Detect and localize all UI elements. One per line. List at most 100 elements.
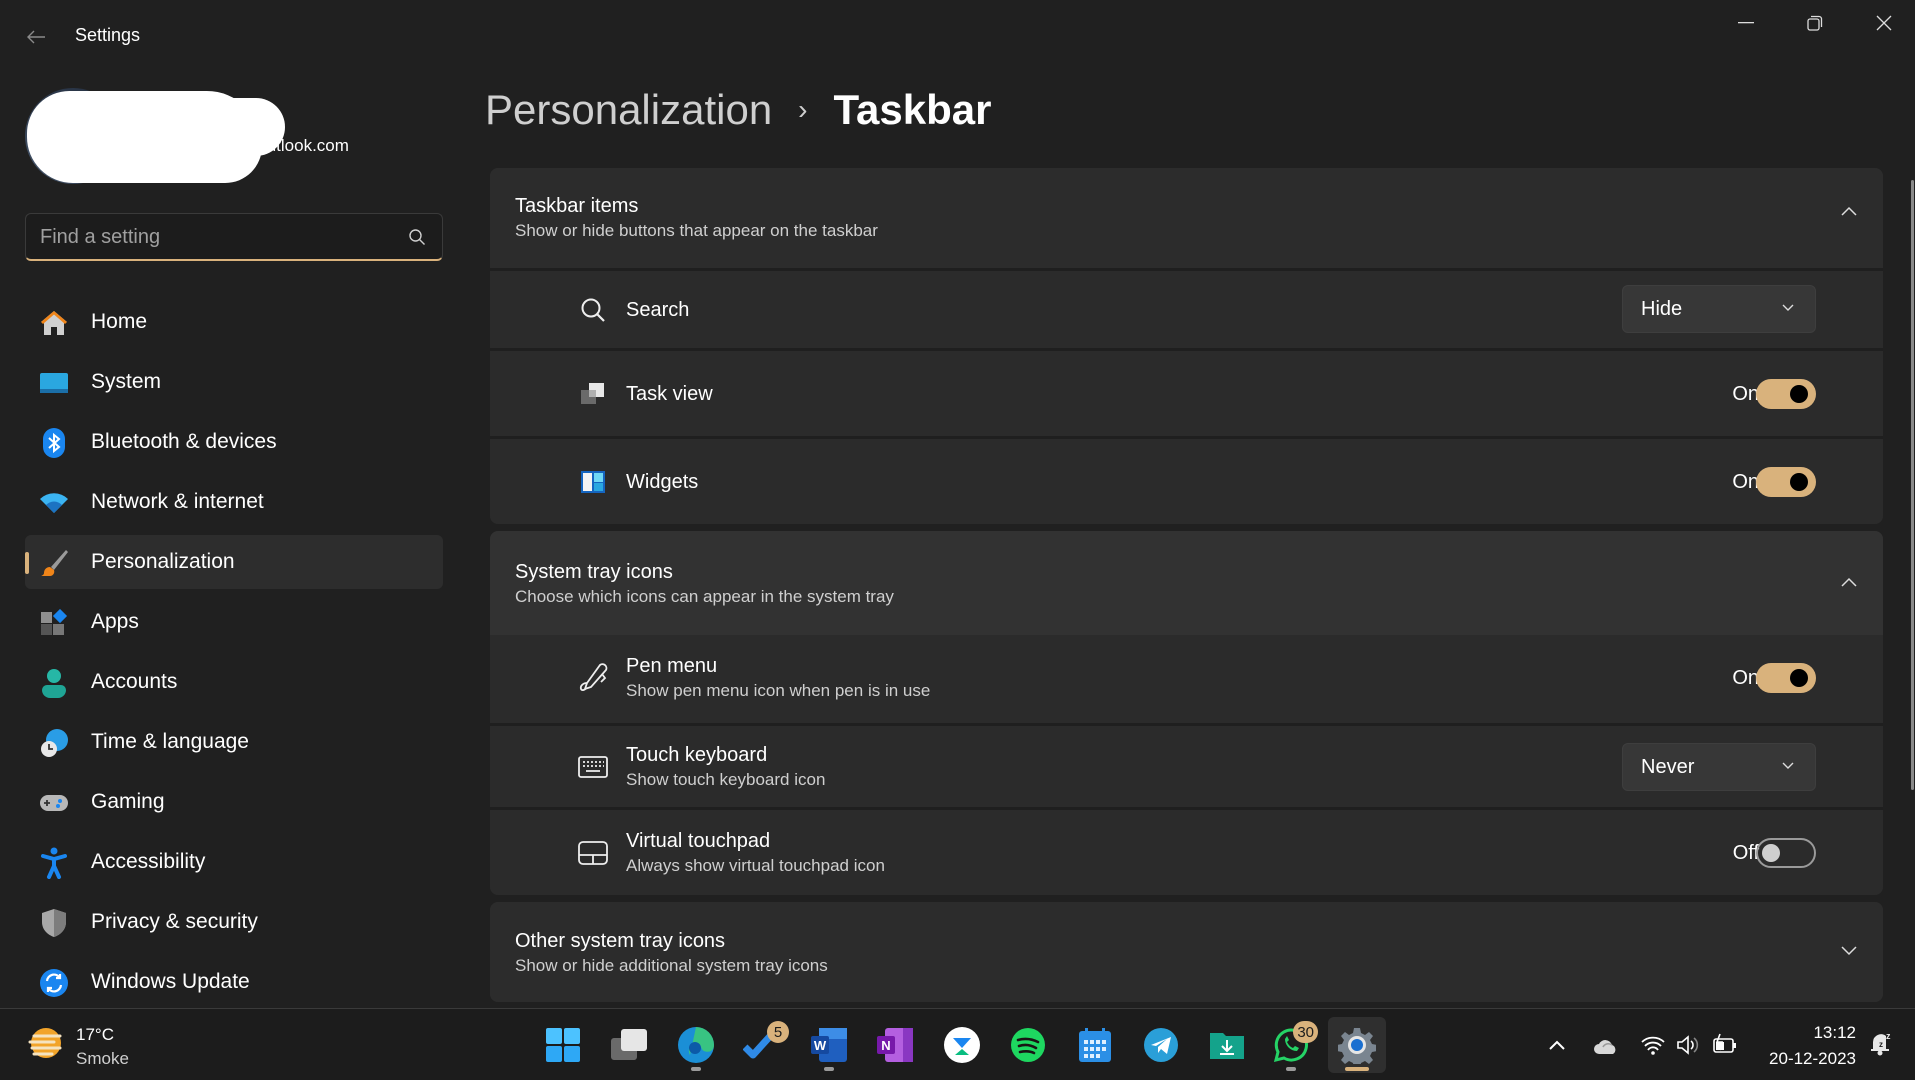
chevron-down-icon[interactable] (1841, 946, 1857, 956)
bell-snooze-icon[interactable]: zz (1869, 1031, 1893, 1057)
home-icon (39, 308, 69, 338)
pen-menu-toggle[interactable] (1756, 663, 1816, 693)
calendar-icon (1079, 1028, 1111, 1062)
setting-label: Task view (626, 383, 713, 405)
sidebar-item-label: Gaming (91, 790, 165, 813)
clock-date: 20-12-2023 (1769, 1049, 1856, 1068)
close-button[interactable] (1850, 0, 1915, 46)
sidebar-item-label: Home (91, 310, 148, 333)
virtual-touchpad-toggle[interactable] (1756, 838, 1816, 868)
running-indicator (1345, 1067, 1369, 1071)
breadcrumb-parent[interactable]: Personalization (485, 86, 772, 134)
chevron-right-icon: › (798, 94, 808, 125)
other-tray-section: Other system tray icons Show or hide add… (490, 902, 1883, 1002)
sidebar-item-gaming[interactable]: Gaming (25, 775, 443, 829)
widgets-toggle[interactable] (1756, 467, 1816, 497)
sidebar-nav: Home System Bluetooth & devices Network … (25, 295, 443, 1015)
settings-gear-icon (1338, 1028, 1376, 1064)
sidebar-item-personalization[interactable]: Personalization (25, 535, 443, 589)
setting-label: Widgets (626, 471, 699, 493)
chevron-up-icon[interactable] (1548, 1039, 1566, 1051)
accessibility-icon (39, 847, 69, 879)
sidebar-item-accessibility[interactable]: Accessibility (25, 835, 443, 889)
telegram-icon (1144, 1028, 1178, 1062)
app-title: Settings (75, 25, 141, 45)
sidebar-item-home[interactable]: Home (25, 295, 443, 349)
page-title: Taskbar (833, 86, 992, 133)
system-tray-header[interactable]: System tray icons Choose which icons can… (490, 531, 1883, 635)
sidebar-item-label: Windows Update (91, 970, 250, 993)
taskbar-app-edge[interactable] (667, 1017, 725, 1073)
sidebar-item-time-language[interactable]: Time & language (25, 715, 443, 769)
taskbar-app-todo[interactable]: 5 (733, 1017, 791, 1073)
sidebar-item-windows-update[interactable]: Windows Update (25, 955, 443, 1009)
selection-indicator (25, 552, 29, 574)
system-icon (39, 368, 69, 398)
sidebar-item-system[interactable]: System (25, 355, 443, 409)
search-input[interactable] (40, 222, 400, 252)
windows-start-icon (546, 1028, 580, 1062)
toggle-state-label: On (1732, 471, 1759, 493)
sidebar-item-label: Accounts (91, 670, 178, 693)
chevron-up-icon[interactable] (1841, 577, 1857, 587)
running-indicator (1286, 1067, 1296, 1071)
wifi-icon[interactable] (1640, 1035, 1666, 1055)
battery-charging-icon[interactable] (1712, 1033, 1738, 1055)
spotify-icon (1011, 1028, 1045, 1062)
other-tray-header[interactable]: Other system tray icons Show or hide add… (490, 902, 1883, 1002)
setting-row-touch-keyboard: Touch keyboard Show touch keyboard icon … (490, 723, 1883, 807)
pen-icon (578, 663, 608, 693)
taskbar-app-settings[interactable] (1328, 1017, 1386, 1073)
sidebar-item-label: Bluetooth & devices (91, 430, 277, 453)
touch-keyboard-dropdown[interactable]: Never (1622, 743, 1816, 791)
gamepad-icon (39, 788, 69, 818)
sidebar-item-network[interactable]: Network & internet (25, 475, 443, 529)
taskbar-app-unacademy[interactable] (933, 1017, 991, 1073)
sidebar-item-bluetooth[interactable]: Bluetooth & devices (25, 415, 443, 469)
taskbar-app-word[interactable]: W (800, 1017, 858, 1073)
taskbar-app-task-view[interactable] (600, 1017, 658, 1073)
notification-badge: 5 (767, 1021, 789, 1043)
taskbar-app-start[interactable] (534, 1017, 592, 1073)
search-icon (578, 295, 608, 325)
section-title: System tray icons (515, 561, 673, 583)
user-profile[interactable]: @outlook.com (25, 88, 445, 184)
sidebar-item-label: Network & internet (91, 490, 264, 513)
search-mode-dropdown[interactable]: Hide (1622, 285, 1816, 333)
volume-icon[interactable] (1676, 1035, 1702, 1055)
taskbar-app-whatsapp[interactable]: 30 (1262, 1017, 1320, 1073)
settings-search[interactable] (25, 213, 443, 261)
sidebar-item-accounts[interactable]: Accounts (25, 655, 443, 709)
taskbar-app-spotify[interactable] (999, 1017, 1057, 1073)
sidebar-item-privacy[interactable]: Privacy & security (25, 895, 443, 949)
scrollbar[interactable] (1911, 180, 1914, 790)
windows-taskbar: 17°C Smoke 5 W N 30 13:12 20-12-2023 z z (0, 1008, 1915, 1080)
sidebar-item-apps[interactable]: Apps (25, 595, 443, 649)
search-icon[interactable] (408, 228, 426, 246)
setting-row-search: Search Hide (490, 268, 1883, 348)
back-button[interactable] (18, 20, 54, 54)
weather-temperature: 17°C (76, 1025, 114, 1044)
dropdown-value: Hide (1641, 298, 1683, 320)
restore-button[interactable] (1781, 0, 1849, 46)
minimize-button[interactable] (1712, 0, 1780, 46)
system-clock[interactable]: 13:12 20-12-2023 (1760, 1023, 1856, 1069)
account-email: @outlook.com (240, 136, 349, 155)
taskbar-app-downloads[interactable] (1198, 1017, 1256, 1073)
running-indicator (691, 1067, 701, 1071)
taskbar-items-header[interactable]: Taskbar items Show or hide buttons that … (490, 168, 1883, 268)
chevron-up-icon[interactable] (1841, 206, 1857, 216)
weather-widget[interactable]: 17°C Smoke (26, 1023, 129, 1068)
onedrive-icon[interactable] (1593, 1039, 1619, 1055)
taskbar-app-telegram[interactable] (1132, 1017, 1190, 1073)
taskbar-app-onenote[interactable]: N (866, 1017, 924, 1073)
setting-label: Virtual touchpad (626, 830, 771, 852)
setting-row-task-view: Task view On (490, 348, 1883, 436)
system-tray-section: System tray icons Choose which icons can… (490, 531, 1883, 895)
task-view-toggle[interactable] (1756, 379, 1816, 409)
close-icon (1876, 15, 1892, 31)
taskbar-app-calendar[interactable] (1066, 1017, 1124, 1073)
person-icon (39, 668, 69, 698)
weather-condition: Smoke (76, 1049, 129, 1068)
word-icon: W (811, 1028, 847, 1062)
